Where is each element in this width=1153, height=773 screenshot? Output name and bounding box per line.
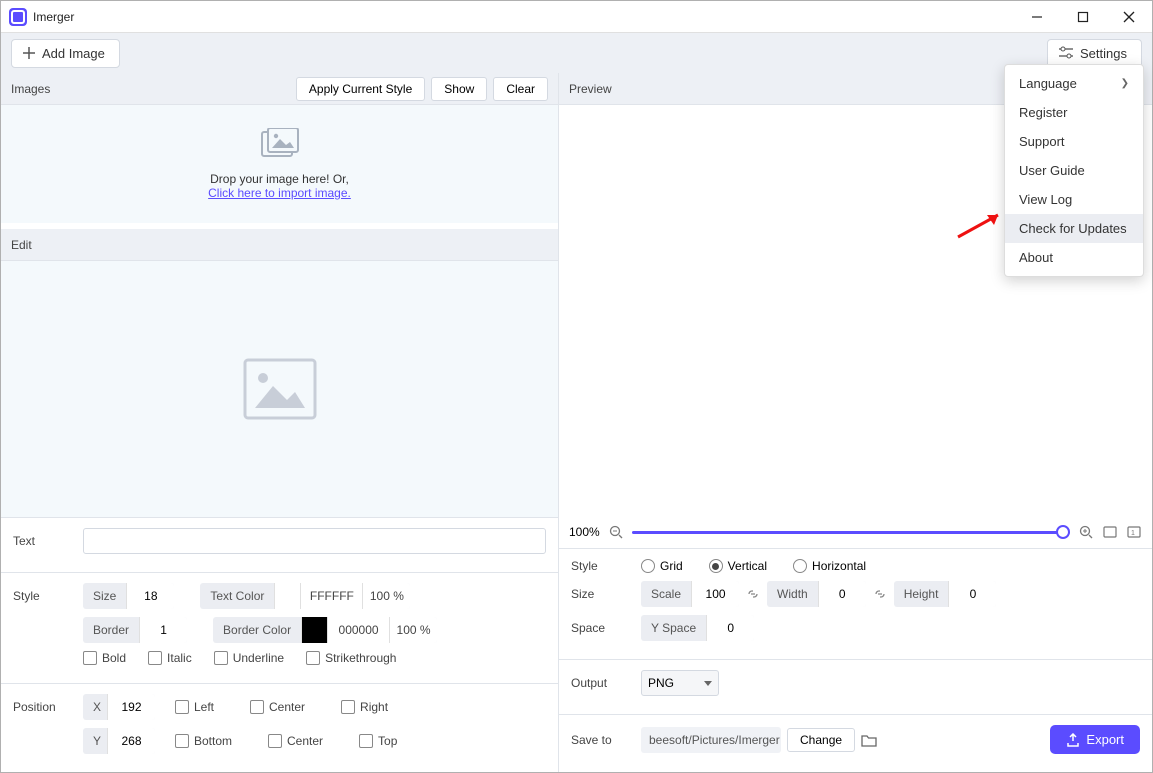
titlebar: Imerger	[1, 1, 1152, 33]
align-left-checkbox[interactable]: Left	[175, 700, 214, 714]
maximize-button[interactable]	[1060, 1, 1106, 33]
edit-panel-title: Edit	[11, 238, 32, 252]
app-icon	[9, 8, 27, 26]
output-format-select[interactable]: PNG	[641, 670, 719, 696]
edit-panel-header: Edit	[1, 229, 558, 261]
images-panel-header: Images Apply Current Style Show Clear	[1, 73, 558, 105]
fit-screen-icon[interactable]	[1102, 524, 1118, 540]
menu-language[interactable]: Language❯	[1005, 69, 1143, 98]
toolbar: Add Image Settings	[1, 33, 1152, 73]
images-stack-icon	[258, 128, 302, 164]
drop-area[interactable]: Drop your image here! Or, Click here to …	[1, 105, 558, 223]
zoom-percent: 100%	[569, 525, 600, 539]
open-folder-icon[interactable]	[861, 732, 877, 748]
strikethrough-checkbox[interactable]: Strikethrough	[306, 651, 396, 665]
border-input[interactable]	[139, 617, 187, 643]
horizontal-radio[interactable]: Horizontal	[793, 559, 866, 573]
link-icon[interactable]	[745, 587, 761, 601]
style-label: Style	[13, 589, 83, 603]
zoom-slider[interactable]	[632, 522, 1070, 542]
export-icon	[1066, 733, 1080, 747]
text-label: Text	[13, 534, 83, 548]
align-top-checkbox[interactable]: Top	[359, 734, 397, 748]
align-center-y-checkbox[interactable]: Center	[268, 734, 323, 748]
clear-button[interactable]: Clear	[493, 77, 548, 101]
align-bottom-checkbox[interactable]: Bottom	[175, 734, 232, 748]
size-input[interactable]	[126, 583, 174, 609]
saveto-path: beesoft/Pictures/Imerger	[641, 727, 781, 753]
actual-size-icon[interactable]: 1	[1126, 524, 1142, 540]
left-column: Images Apply Current Style Show Clear Dr…	[1, 73, 559, 772]
image-placeholder-icon	[243, 358, 317, 420]
text-color-swatch[interactable]	[274, 583, 300, 609]
pstyle-label: Style	[571, 559, 641, 573]
position-label: Position	[13, 700, 83, 714]
underline-checkbox[interactable]: Underline	[214, 651, 284, 665]
y-field: Y	[83, 728, 155, 754]
drop-text: Drop your image here! Or,	[210, 172, 349, 186]
pspace-label: Space	[571, 621, 641, 635]
change-path-button[interactable]: Change	[787, 728, 855, 752]
menu-user-guide[interactable]: User Guide	[1005, 156, 1143, 185]
chevron-right-icon: ❯	[1121, 78, 1129, 89]
link-icon-2[interactable]	[872, 587, 888, 601]
border-color-swatch[interactable]	[301, 617, 327, 643]
app-title: Imerger	[33, 10, 74, 24]
height-input[interactable]	[948, 581, 996, 607]
add-image-label: Add Image	[42, 46, 105, 61]
x-field: X	[83, 694, 155, 720]
vertical-radio[interactable]: Vertical	[709, 559, 767, 573]
border-field: Border	[83, 617, 187, 643]
saveto-label: Save to	[571, 733, 641, 747]
size-field: Size	[83, 583, 174, 609]
align-right-checkbox[interactable]: Right	[341, 700, 388, 714]
menu-support[interactable]: Support	[1005, 127, 1143, 156]
window-controls	[1014, 1, 1152, 33]
svg-text:1: 1	[1131, 530, 1135, 537]
grid-radio[interactable]: Grid	[641, 559, 683, 573]
close-button[interactable]	[1106, 1, 1152, 33]
zoom-bar: 100% 1	[559, 516, 1152, 549]
text-color-field: Text Color FFFFFF 100 %	[200, 583, 410, 609]
border-color-field: Border Color 000000 100 %	[213, 617, 437, 643]
scale-input[interactable]	[691, 581, 739, 607]
menu-check-updates[interactable]: Check for Updates	[1005, 214, 1143, 243]
menu-about[interactable]: About	[1005, 243, 1143, 272]
zoom-in-icon[interactable]	[1078, 524, 1094, 540]
sliders-icon	[1058, 46, 1074, 60]
text-color-opacity: 100 %	[362, 583, 410, 609]
apply-style-button[interactable]: Apply Current Style	[296, 77, 425, 101]
zoom-out-icon[interactable]	[608, 524, 624, 540]
add-image-button[interactable]: Add Image	[11, 39, 120, 68]
minimize-button[interactable]	[1014, 1, 1060, 33]
show-button[interactable]: Show	[431, 77, 487, 101]
psize-label: Size	[571, 587, 641, 601]
settings-menu: Language❯ Register Support User Guide Vi…	[1004, 64, 1144, 277]
border-color-opacity: 100 %	[389, 617, 437, 643]
y-input[interactable]	[107, 728, 155, 754]
import-link[interactable]: Click here to import image.	[208, 186, 351, 200]
menu-view-log[interactable]: View Log	[1005, 185, 1143, 214]
edit-canvas	[1, 261, 558, 517]
align-center-x-checkbox[interactable]: Center	[250, 700, 305, 714]
settings-label: Settings	[1080, 46, 1127, 61]
plus-icon	[22, 46, 36, 60]
export-button[interactable]: Export	[1050, 725, 1140, 754]
menu-register[interactable]: Register	[1005, 98, 1143, 127]
x-input[interactable]	[107, 694, 155, 720]
text-color-hex: FFFFFF	[300, 583, 362, 609]
bold-checkbox[interactable]: Bold	[83, 651, 126, 665]
italic-checkbox[interactable]: Italic	[148, 651, 192, 665]
yspace-input[interactable]	[706, 615, 754, 641]
width-input[interactable]	[818, 581, 866, 607]
output-label: Output	[571, 676, 641, 690]
images-panel-title: Images	[11, 82, 50, 96]
preview-title: Preview	[569, 82, 612, 96]
border-color-hex: 000000	[327, 617, 389, 643]
text-input[interactable]	[83, 528, 546, 554]
